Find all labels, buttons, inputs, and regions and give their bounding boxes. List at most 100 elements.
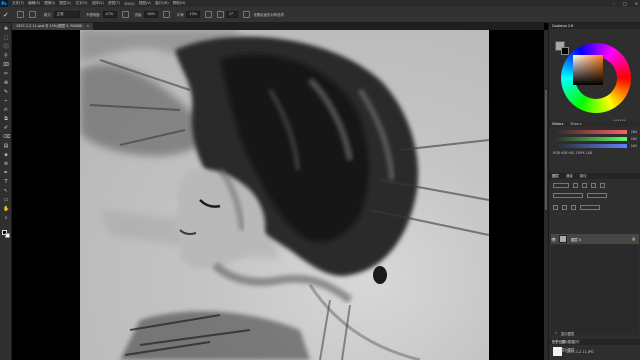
filter-type-icon[interactable] [591,183,596,188]
angle-field[interactable]: 0° [226,11,239,18]
smoothing-field[interactable]: 10% [186,11,201,18]
blue-slider-row: 162 [553,143,637,148]
menu-window[interactable]: 窗口(W) [155,1,169,6]
airbrush-icon[interactable] [163,11,171,18]
close-button[interactable]: ✕ [635,0,638,7]
history-item[interactable]: ✓ 显示图层 [555,338,574,344]
eyedropper-tool-icon[interactable]: ⊕ [3,80,9,86]
charcoal-portrait-artwork [80,30,489,360]
layers-list-empty-area [551,245,639,335]
tab-channels[interactable]: 通道 [566,174,573,178]
dodge-tool-icon[interactable]: ◈ [3,152,9,158]
brush-tool-icon[interactable]: ✓ [3,11,9,19]
filter-adjustment-icon[interactable] [582,183,587,188]
menu-edit[interactable]: 编辑(E) [28,1,40,6]
lock-all-icon[interactable] [571,205,576,210]
lasso-tool-icon[interactable]: ⓛ [3,44,9,50]
brush-preset-picker[interactable] [16,11,24,18]
color-mode-selector[interactable]: RGB HSB HSL CMYK LAB [553,151,592,155]
menu-help[interactable]: 帮助(H) [173,1,186,6]
tab-layers[interactable]: 图层 [552,174,559,178]
type-tool-icon[interactable]: ✒ [3,170,9,176]
tab-sliders[interactable]: Sliders [552,122,563,126]
pressure-opacity-icon[interactable] [121,11,129,18]
menu-type[interactable]: 文字(Y) [75,1,87,6]
photoshop-logo[interactable]: Ps [0,0,8,7]
history-item[interactable]: ✓ 显示图层 [555,346,574,352]
background-color-swatch[interactable] [5,233,10,238]
blue-slider[interactable] [553,143,627,148]
history-item[interactable]: ✓ 显示图层 [555,330,574,336]
brush-settings-icon[interactable] [28,11,36,18]
path-select-tool-icon[interactable]: T [3,179,9,185]
angle-icon[interactable] [217,11,225,18]
filter-shape-icon[interactable] [600,183,605,188]
more-tool-icon[interactable]: ⌕ [3,215,9,221]
tab-coolorus[interactable]: Coolorus 2.6 [552,24,573,28]
minimize-button[interactable]: – [613,0,615,7]
mode-select[interactable]: 正常 [53,11,80,18]
menu-filter[interactable]: 滤镜(T) [108,1,120,6]
tab-mixers[interactable]: Mixers [571,122,582,126]
maximize-button[interactable]: □ [623,0,627,7]
layer-thumbnail [559,235,567,243]
menu-file[interactable]: 文件(F) [12,1,24,6]
green-slider[interactable] [553,136,627,141]
blend-mode-select[interactable] [553,193,583,198]
menu-3d[interactable]: 3D(D) [124,2,135,6]
menu-bar: Ps 文件(F) 编辑(E) 图像(I) 图层(L) 文字(Y) 选择(S) 滤… [0,0,640,7]
gradient-tool-icon[interactable]: ⌫ [3,134,10,140]
visibility-eye-icon[interactable]: 👁 [551,237,556,242]
green-value[interactable]: 162 [627,137,637,141]
saturation-value-square[interactable] [573,55,603,85]
filter-pixel-icon[interactable] [573,183,578,188]
lock-position-icon[interactable] [562,205,567,210]
flow-field[interactable]: 40% [144,11,159,18]
healing-tool-icon[interactable]: ✎ [3,89,9,95]
hand-tool-icon[interactable]: ▭ [3,197,9,203]
scrollbar-thumb[interactable] [545,90,547,210]
pen-tool-icon[interactable]: ⊚ [3,161,9,167]
zoom-tool-icon[interactable]: ✋ [3,206,9,212]
crop-tool-icon[interactable]: ⌧ [3,62,9,68]
color-panel-header: Coolorus 2.6 [549,23,640,29]
smoothing-options-icon[interactable] [205,11,213,18]
tab-paths[interactable]: 路径 [580,174,587,178]
history-item-label: 显示图层 [560,331,575,336]
clone-stamp-tool-icon[interactable]: ✍ [3,107,9,113]
current-background-color[interactable] [561,47,569,55]
red-slider-row: 164 [553,129,637,134]
quick-select-tool-icon[interactable]: ⚲ [3,53,9,59]
document-canvas[interactable] [80,30,489,360]
document-tab[interactable]: 1057-1-2 11.psd @ 15%(图层 0, RGB/8) × [12,23,94,30]
filter-kind-icon[interactable] [553,183,569,188]
menu-select[interactable]: 选择(S) [92,1,104,6]
symmetry-label[interactable]: 设置绘画的对称选项 [253,12,284,17]
menu-layer[interactable]: 图层(L) [59,1,71,6]
pressure-size-icon[interactable] [243,11,251,18]
history-brush-tool-icon[interactable]: ⧉ [3,116,9,122]
move-tool-icon[interactable]: ✥ [3,26,9,32]
layer-name[interactable]: 图层 0 [571,237,581,242]
blur-tool-icon[interactable]: ▤ [3,143,9,149]
eraser-tool-icon[interactable]: ✐ [3,125,9,131]
red-slider[interactable] [553,129,627,134]
red-value[interactable]: 164 [627,130,637,134]
lock-pixels-icon[interactable] [553,205,558,210]
layers-panel-header: 图层 通道 路径 [549,173,640,179]
shape-tool-icon[interactable]: ↖ [3,188,9,194]
fill-field[interactable] [580,205,600,210]
right-panels: Coolorus 2.6 A4A4A4 Sliders Mixers 164 1… [548,23,640,360]
brush-tool-icon[interactable]: ⌁ [3,98,9,104]
blue-value[interactable]: 162 [627,144,637,148]
slice-tool-icon[interactable]: ✂ [3,71,9,77]
opacity-field[interactable]: 47% [102,11,117,18]
sliders-tab-header: Sliders Mixers [549,121,640,127]
document-tab-bar: 1057-1-2 11.psd @ 15%(图层 0, RGB/8) × [12,23,544,30]
close-tab-icon[interactable]: × [87,24,90,28]
marquee-tool-icon[interactable]: ⬚ [3,35,9,41]
menu-view[interactable]: 视图(V) [139,1,151,6]
menu-image[interactable]: 图像(I) [44,1,55,6]
layer-row[interactable]: 👁 图层 0 🔒 [551,234,639,244]
layer-opacity-field[interactable] [587,193,607,198]
